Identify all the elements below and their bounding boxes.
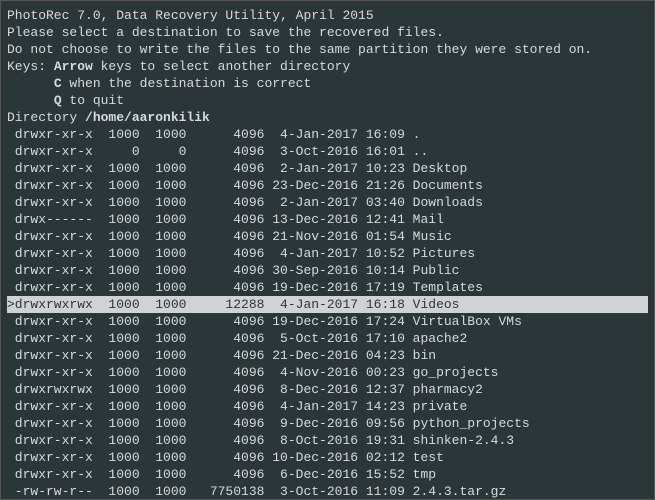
file-row[interactable]: drwxr-xr-x 1000 1000 4096 21-Nov-2016 01…: [7, 228, 648, 245]
file-row[interactable]: drwxr-xr-x 1000 1000 4096 6-Dec-2016 15:…: [7, 466, 648, 483]
instruction-2: Do not choose to write the files to the …: [7, 41, 648, 58]
file-row[interactable]: drwxr-xr-x 1000 1000 4096 23-Dec-2016 21…: [7, 177, 648, 194]
file-row-selected[interactable]: >drwxrwxrwx 1000 1000 12288 4-Jan-2017 1…: [7, 296, 648, 313]
keys-q-bold: Q: [54, 93, 62, 108]
keys-c-bold: C: [54, 76, 62, 91]
file-row[interactable]: drwxr-xr-x 1000 1000 4096 21-Dec-2016 04…: [7, 347, 648, 364]
directory-line: Directory /home/aaronkilik: [7, 109, 648, 126]
file-row[interactable]: drwxr-xr-x 1000 1000 4096 5-Oct-2016 17:…: [7, 330, 648, 347]
file-row[interactable]: drwxr-xr-x 1000 1000 4096 4-Jan-2017 10:…: [7, 245, 648, 262]
file-row[interactable]: drwxr-xr-x 1000 1000 4096 4-Nov-2016 00:…: [7, 364, 648, 381]
file-row[interactable]: drwxr-xr-x 1000 1000 4096 19-Dec-2016 17…: [7, 313, 648, 330]
file-row[interactable]: drwxr-xr-x 1000 1000 4096 4-Jan-2017 14:…: [7, 398, 648, 415]
file-row[interactable]: -rw-rw-r-- 1000 1000 7750138 3-Oct-2016 …: [7, 483, 648, 500]
app-header: PhotoRec 7.0, Data Recovery Utility, Apr…: [7, 7, 648, 24]
file-row[interactable]: drwx------ 1000 1000 4096 13-Dec-2016 12…: [7, 211, 648, 228]
file-row[interactable]: drwxr-xr-x 0 0 4096 3-Oct-2016 16:01 ..: [7, 143, 648, 160]
file-row[interactable]: drwxr-xr-x 1000 1000 4096 19-Dec-2016 17…: [7, 279, 648, 296]
file-row[interactable]: drwxr-xr-x 1000 1000 4096 30-Sep-2016 10…: [7, 262, 648, 279]
terminal-screen: PhotoRec 7.0, Data Recovery Utility, Apr…: [0, 0, 655, 500]
file-row[interactable]: drwxr-xr-x 1000 1000 4096 10-Dec-2016 02…: [7, 449, 648, 466]
file-row[interactable]: drwxr-xr-x 1000 1000 4096 4-Jan-2017 16:…: [7, 126, 648, 143]
keys-q-line: Q to quit: [7, 92, 648, 109]
file-row[interactable]: drwxr-xr-x 1000 1000 4096 2-Jan-2017 03:…: [7, 194, 648, 211]
file-list[interactable]: drwxr-xr-x 1000 1000 4096 4-Jan-2017 16:…: [7, 126, 648, 500]
keys-arrow-bold: Arrow: [54, 59, 93, 74]
file-row[interactable]: drwxr-xr-x 1000 1000 4096 9-Dec-2016 09:…: [7, 415, 648, 432]
keys-arrow-line: Keys: Arrow keys to select another direc…: [7, 58, 648, 75]
directory-path: /home/aaronkilik: [85, 110, 210, 125]
file-row[interactable]: drwxr-xr-x 1000 1000 4096 8-Oct-2016 19:…: [7, 432, 648, 449]
keys-c-line: C when the destination is correct: [7, 75, 648, 92]
file-row[interactable]: drwxr-xr-x 1000 1000 4096 2-Jan-2017 10:…: [7, 160, 648, 177]
file-row[interactable]: drwxrwxrwx 1000 1000 4096 8-Dec-2016 12:…: [7, 381, 648, 398]
instruction-1: Please select a destination to save the …: [7, 24, 648, 41]
